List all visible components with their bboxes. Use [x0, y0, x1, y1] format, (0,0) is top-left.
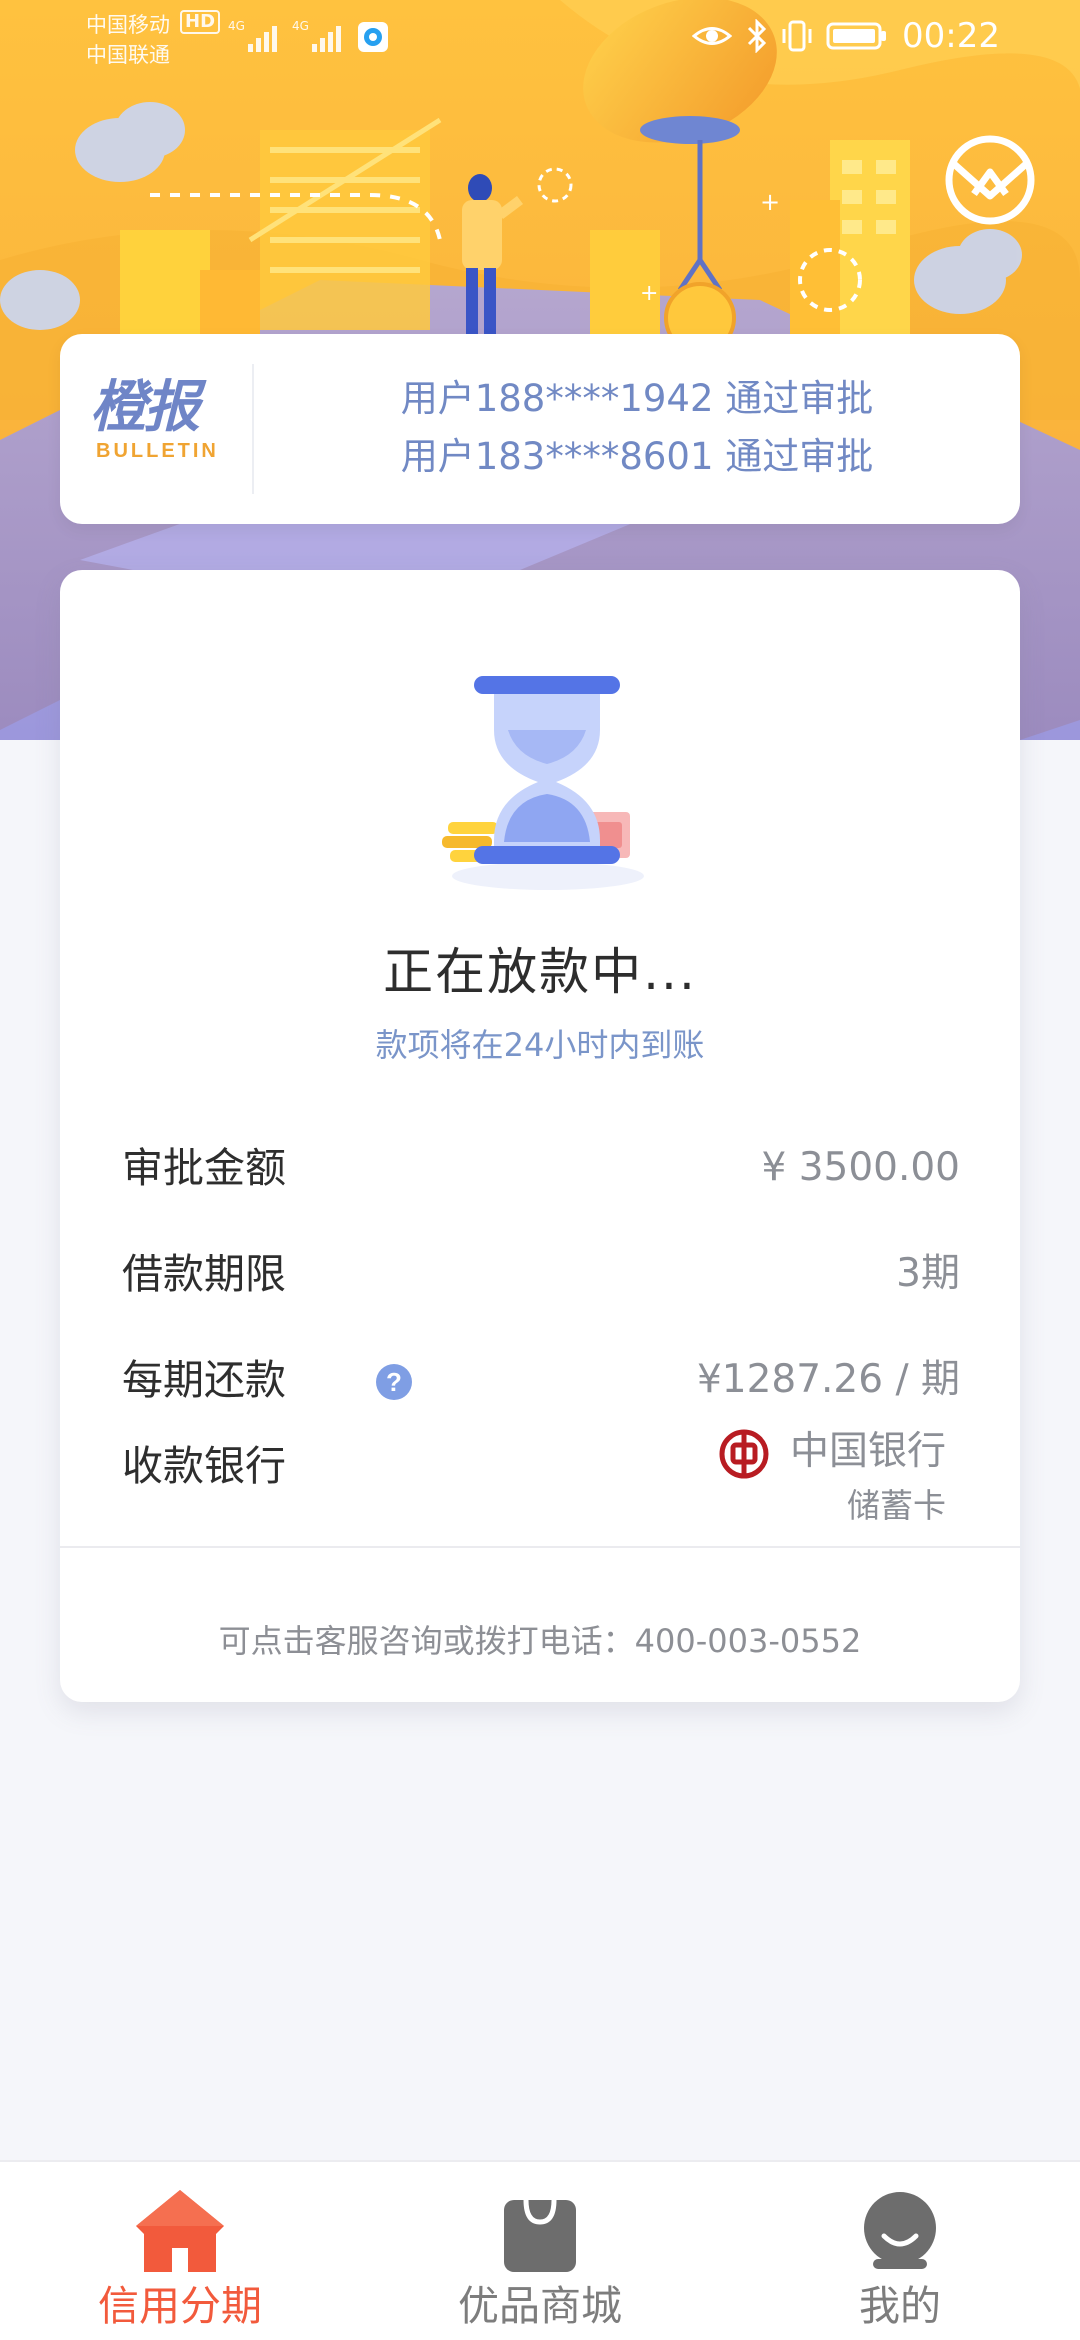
carrier-info: 中国移动 中国联通 [86, 10, 170, 70]
bulletin-item: 用户188****1942 通过审批 [400, 377, 874, 420]
status-right: 00:22 [692, 14, 1000, 58]
svg-text:4G: 4G [228, 19, 245, 33]
loan-term-label: 借款期限 [122, 1250, 286, 1298]
bank-of-china-icon [719, 1429, 769, 1479]
bank-row: 收款银行 中国银行 储蓄卡 [122, 1422, 960, 1532]
installment-value: ¥1287.26 / 期 [696, 1357, 960, 1402]
help-icon[interactable]: ? [376, 1364, 412, 1400]
bluetooth-icon [747, 19, 767, 53]
customer-service-icon[interactable] [944, 134, 1036, 226]
vibrate-icon [782, 20, 812, 52]
tab-label: 我的 [859, 2282, 941, 2330]
approved-amount-row: 审批金额 ¥ 3500.00 [122, 1138, 960, 1198]
svg-text:+: + [640, 281, 658, 306]
eye-comfort-icon [692, 27, 733, 45]
clock: 00:22 [902, 16, 1000, 56]
tab-label: 信用分期 [98, 2282, 262, 2330]
loan-status-subtitle: 款项将在24小时内到账 [375, 1026, 705, 1064]
svg-text:+: + [760, 188, 780, 216]
loan-term-row: 借款期限 3期 [122, 1244, 960, 1304]
loan-status-title: 正在放款中... [383, 943, 697, 1001]
battery-icon [826, 22, 887, 50]
shopping-bag-icon [504, 2199, 576, 2272]
installment-label: 每期还款 [122, 1356, 286, 1404]
divider [60, 1546, 1020, 1548]
tab-mine[interactable]: 我的 [720, 2162, 1080, 2340]
bottom-tab-bar: 信用分期 优品商城 我的 [0, 2160, 1080, 2340]
profile-icon [864, 2192, 936, 2269]
bulletin-item: 用户183****8601 通过审批 [400, 435, 874, 478]
loan-term-value: 3期 [896, 1251, 960, 1296]
signal-icon: 4G 4G [228, 19, 388, 52]
bulletin-list: 用户188****1942 通过审批 用户183****8601 通过审批 [254, 370, 1020, 486]
hd-badge: HD [180, 10, 221, 34]
carrier-2: 中国联通 [86, 43, 170, 67]
carrier-1: 中国移动 [86, 13, 170, 37]
bank-label: 收款银行 [122, 1442, 286, 1490]
status-bar: 中国移动 中国联通 HD 4G 4G 00:22 [0, 0, 1080, 72]
installment-row: 每期还款 ? ¥1287.26 / 期 [122, 1350, 960, 1410]
bank-name: 中国银行 [789, 1429, 946, 1474]
hourglass-icon [442, 676, 644, 890]
tab-label: 优品商城 [458, 2282, 622, 2330]
loan-status-card: 正在放款中... 款项将在24小时内到账 审批金额 ¥ 3500.00 借款期限… [60, 570, 1020, 1702]
bulletin-card[interactable]: 橙报 BULLETIN 用户188****1942 通过审批 用户183****… [60, 334, 1020, 524]
approved-amount-label: 审批金额 [122, 1144, 286, 1192]
approved-amount-value: ¥ 3500.00 [761, 1145, 961, 1190]
home-icon [136, 2190, 224, 2272]
svg-text:4G: 4G [292, 19, 309, 33]
customer-service-contact[interactable]: 可点击客服咨询或拨打电话：400-003-0552 [60, 1616, 1020, 1662]
tab-credit-installment[interactable]: 信用分期 [0, 2162, 360, 2340]
card-type: 储蓄卡 [847, 1486, 946, 1525]
tab-mall[interactable]: 优品商城 [360, 2162, 720, 2340]
